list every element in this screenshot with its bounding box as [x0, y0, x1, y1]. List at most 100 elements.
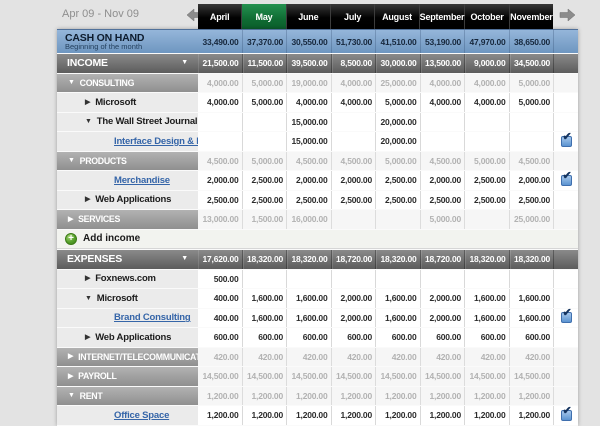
cell-foxnews-may[interactable]	[243, 270, 288, 289]
cell-interface-design-development-july[interactable]	[332, 132, 377, 151]
row-label-income-header[interactable]: INCOME▼	[57, 54, 198, 73]
cell-microsoft-income-september[interactable]: 4,000.00	[421, 93, 466, 112]
cell-microsoft-expenses-september[interactable]: 2,000.00	[421, 289, 466, 308]
row-label-wall-street-journal[interactable]: ▼The Wall Street Journal	[57, 113, 198, 132]
row-label-microsoft-income[interactable]: ▶Microsoft	[57, 93, 198, 112]
cell-foxnews-august[interactable]	[376, 270, 421, 289]
cell-foxnews-september[interactable]	[421, 270, 466, 289]
row-label-merchandise[interactable]: Merchandise	[57, 171, 198, 190]
cell-brand-consulting-september[interactable]: 2,000.00	[421, 309, 466, 328]
cell-microsoft-income-june[interactable]: 4,000.00	[287, 93, 332, 112]
cell-microsoft-expenses-august[interactable]: 1,600.00	[376, 289, 421, 308]
cell-merchandise-november[interactable]: 2,000.00	[510, 171, 555, 190]
row-label-internet-telecommunications[interactable]: ▶INTERNET/TELECOMMUNICATIONS	[57, 348, 198, 367]
cell-interface-design-development-may[interactable]	[243, 132, 288, 151]
row-label-brand-consulting[interactable]: Brand Consulting	[57, 309, 198, 328]
cell-merchandise-october[interactable]: 2,500.00	[465, 171, 510, 190]
cell-microsoft-expenses-july[interactable]: 2,000.00	[332, 289, 377, 308]
cell-foxnews-june[interactable]	[287, 270, 332, 289]
tab-july[interactable]: July	[331, 4, 375, 29]
tab-september[interactable]: September	[420, 4, 466, 29]
checkbox-brand-consulting[interactable]: ✔	[561, 312, 572, 323]
cell-interface-design-development-june[interactable]: 15,000.00	[287, 132, 332, 151]
checkbox-office-space[interactable]: ✔	[561, 410, 572, 421]
tab-october[interactable]: October	[465, 4, 509, 29]
cell-web-applications-income-august[interactable]: 2,500.00	[376, 191, 421, 210]
cell-web-applications-income-may[interactable]: 2,500.00	[243, 191, 288, 210]
cell-foxnews-april[interactable]: 500.00	[198, 270, 243, 289]
cell-web-applications-expenses-july[interactable]: 600.00	[332, 328, 377, 347]
tab-may[interactable]: May	[242, 4, 286, 29]
cell-web-applications-expenses-june[interactable]: 600.00	[287, 328, 332, 347]
cell-merchandise-july[interactable]: 2,000.00	[332, 171, 377, 190]
checkbox-merchandise[interactable]: ✔	[561, 175, 572, 186]
cell-web-applications-income-october[interactable]: 2,500.00	[465, 191, 510, 210]
row-label-web-applications-income[interactable]: ▶Web Applications	[57, 191, 198, 210]
cell-microsoft-income-august[interactable]: 5,000.00	[376, 93, 421, 112]
cell-merchandise-may[interactable]: 2,500.00	[243, 171, 288, 190]
cell-web-applications-income-april[interactable]: 2,500.00	[198, 191, 243, 210]
cell-interface-design-development-october[interactable]	[465, 132, 510, 151]
row-label-payroll[interactable]: ▶PAYROLL	[57, 367, 198, 386]
cell-wall-street-journal-june[interactable]: 15,000.00	[287, 113, 332, 132]
cell-merchandise-june[interactable]: 2,000.00	[287, 171, 332, 190]
cell-microsoft-income-april[interactable]: 4,000.00	[198, 93, 243, 112]
row-label-web-applications-expenses[interactable]: ▶Web Applications	[57, 328, 198, 347]
tab-august[interactable]: August	[375, 4, 419, 29]
row-label-expenses-header[interactable]: EXPENSES▼	[57, 250, 198, 269]
cell-brand-consulting-october[interactable]: 1,600.00	[465, 309, 510, 328]
row-label-consulting[interactable]: ▼CONSULTING	[57, 74, 198, 93]
cell-web-applications-expenses-october[interactable]: 600.00	[465, 328, 510, 347]
cell-brand-consulting-may[interactable]: 1,600.00	[243, 309, 288, 328]
cell-web-applications-income-june[interactable]: 2,500.00	[287, 191, 332, 210]
cell-wall-street-journal-november[interactable]	[510, 113, 555, 132]
row-label-microsoft-expenses[interactable]: ▼Microsoft	[57, 289, 198, 308]
row-label-rent[interactable]: ▼RENT	[57, 387, 198, 406]
arrow-right-icon[interactable]	[559, 8, 576, 22]
checkbox-interface-design-development[interactable]: ✔	[561, 136, 572, 147]
cell-web-applications-expenses-september[interactable]: 600.00	[421, 328, 466, 347]
cell-web-applications-income-november[interactable]: 2,500.00	[510, 191, 555, 210]
cell-microsoft-income-october[interactable]: 4,000.00	[465, 93, 510, 112]
cell-microsoft-expenses-june[interactable]: 1,600.00	[287, 289, 332, 308]
cell-microsoft-expenses-may[interactable]: 1,600.00	[243, 289, 288, 308]
cell-merchandise-april[interactable]: 2,000.00	[198, 171, 243, 190]
cell-web-applications-expenses-august[interactable]: 600.00	[376, 328, 421, 347]
tab-june[interactable]: June	[287, 4, 331, 29]
cell-brand-consulting-june[interactable]: 1,600.00	[287, 309, 332, 328]
cell-microsoft-income-november[interactable]: 5,000.00	[510, 93, 555, 112]
row-label-foxnews[interactable]: ▶Foxnews.com	[57, 270, 198, 289]
row-label-products[interactable]: ▼PRODUCTS	[57, 152, 198, 171]
cell-wall-street-journal-april[interactable]	[198, 113, 243, 132]
cell-brand-consulting-april[interactable]: 400.00	[198, 309, 243, 328]
cell-merchandise-august[interactable]: 2,500.00	[376, 171, 421, 190]
cell-foxnews-november[interactable]	[510, 270, 555, 289]
cell-web-applications-expenses-april[interactable]: 600.00	[198, 328, 243, 347]
cell-microsoft-income-may[interactable]: 5,000.00	[243, 93, 288, 112]
cell-brand-consulting-july[interactable]: 2,000.00	[332, 309, 377, 328]
cell-microsoft-expenses-november[interactable]: 1,600.00	[510, 289, 555, 308]
cell-wall-street-journal-september[interactable]	[421, 113, 466, 132]
cell-wall-street-journal-july[interactable]	[332, 113, 377, 132]
cell-microsoft-income-july[interactable]: 4,000.00	[332, 93, 377, 112]
tab-november[interactable]: November	[510, 4, 553, 29]
cell-interface-design-development-september[interactable]	[421, 132, 466, 151]
row-label-services[interactable]: ▶SERVICES	[57, 210, 198, 229]
checkbox-cell-merchandise[interactable]: ✔	[554, 171, 578, 190]
cell-web-applications-expenses-may[interactable]: 600.00	[243, 328, 288, 347]
cell-interface-design-development-april[interactable]	[198, 132, 243, 151]
row-label-interface-design-development[interactable]: Interface Design & Development	[57, 132, 198, 151]
tab-april[interactable]: April	[198, 4, 242, 29]
cell-interface-design-development-august[interactable]: 20,000.00	[376, 132, 421, 151]
cell-microsoft-expenses-april[interactable]: 400.00	[198, 289, 243, 308]
cell-brand-consulting-november[interactable]: 1,600.00	[510, 309, 555, 328]
cell-wall-street-journal-october[interactable]	[465, 113, 510, 132]
cell-web-applications-income-september[interactable]: 2,500.00	[421, 191, 466, 210]
add-income-button[interactable]: +Add income	[57, 230, 578, 250]
cell-foxnews-july[interactable]	[332, 270, 377, 289]
cell-wall-street-journal-august[interactable]: 20,000.00	[376, 113, 421, 132]
cell-wall-street-journal-may[interactable]	[243, 113, 288, 132]
cell-interface-design-development-november[interactable]	[510, 132, 555, 151]
cell-web-applications-income-july[interactable]: 2,500.00	[332, 191, 377, 210]
cell-brand-consulting-august[interactable]: 1,600.00	[376, 309, 421, 328]
